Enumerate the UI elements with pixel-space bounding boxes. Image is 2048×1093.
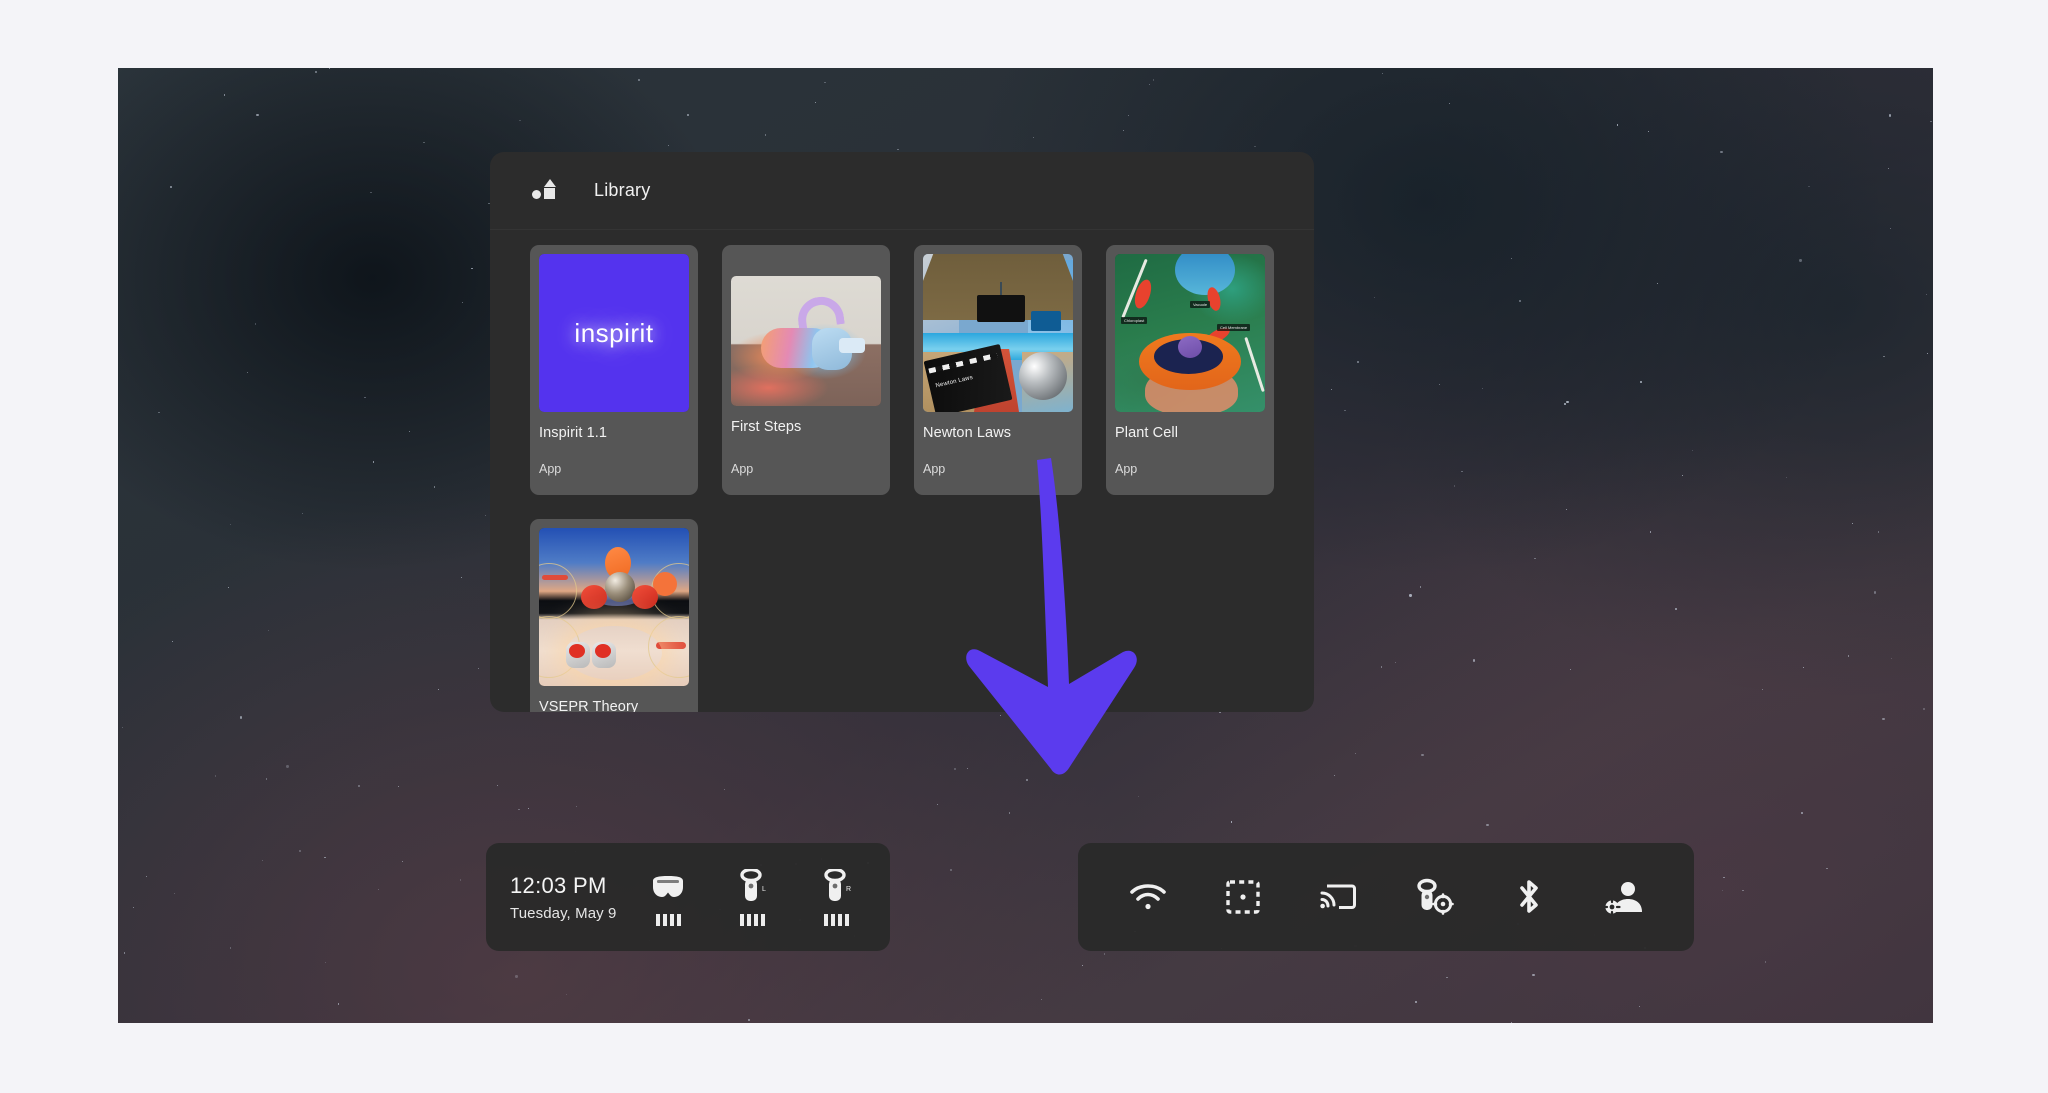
cast-icon: [1320, 884, 1357, 909]
controllers-button[interactable]: [1402, 865, 1466, 929]
cast-button[interactable]: [1306, 865, 1370, 929]
app-card-first-steps[interactable]: First Steps App: [722, 245, 890, 495]
wifi-icon: [1129, 884, 1166, 910]
device-left-controller[interactable]: L: [710, 868, 794, 926]
guardian-button[interactable]: [1211, 865, 1275, 929]
quick-settings-bar: [1078, 843, 1694, 951]
app-type: App: [731, 462, 754, 476]
account-settings-button[interactable]: [1592, 865, 1656, 929]
controller-icon: L: [732, 868, 772, 906]
newton-laws-scene-thumbnail: Newton Laws: [923, 254, 1073, 412]
app-title: Newton Laws: [923, 425, 1012, 441]
plant-cell-scene-thumbnail: Vacuole Chloroplast Cell Membrane: [1115, 254, 1265, 412]
vr-home-screenshot: Library inspirit Inspirit 1.1 App First …: [118, 68, 1933, 1023]
shapes-icon: [532, 178, 558, 201]
inspirit-logo-text: inspirit: [574, 317, 654, 348]
vr-headset-photo-thumbnail: [731, 276, 881, 406]
vsepr-molecule-thumbnail: [539, 528, 689, 686]
app-card-inspirit[interactable]: inspirit Inspirit 1.1 App: [530, 245, 698, 495]
app-card-vsepr-theory[interactable]: VSEPR Theory App: [530, 519, 698, 712]
clock: 12:03 PM Tuesday, May 9: [486, 873, 626, 922]
app-title: Plant Cell: [1115, 425, 1179, 441]
wifi-button[interactable]: [1116, 865, 1180, 929]
library-panel: Library inspirit Inspirit 1.1 App First …: [490, 152, 1314, 712]
battery-indicator: [739, 914, 765, 926]
app-card-newton-laws[interactable]: Newton Laws Newton Laws App: [914, 245, 1082, 495]
app-type: App: [1115, 462, 1138, 476]
app-grid: inspirit Inspirit 1.1 App First Steps Ap…: [490, 230, 1314, 712]
battery-indicator: [655, 914, 681, 926]
bluetooth-icon: [1520, 880, 1538, 913]
controller-icon: R: [816, 868, 856, 906]
app-card-plant-cell[interactable]: Vacuole Chloroplast Cell Membrane Plant …: [1106, 245, 1274, 495]
controller-settings-icon: [1416, 878, 1454, 915]
app-title: Inspirit 1.1: [539, 425, 608, 441]
cell-label: Cell Membrane: [1217, 323, 1251, 331]
app-title: VSEPR Theory: [539, 699, 639, 712]
app-type: App: [539, 462, 562, 476]
device-headset[interactable]: [626, 868, 710, 926]
guardian-boundary-icon: [1226, 880, 1260, 914]
library-header: Library: [490, 152, 1314, 230]
page-title: Library: [594, 180, 651, 200]
clock-date: Tuesday, May 9: [510, 904, 617, 922]
bluetooth-button[interactable]: [1497, 865, 1561, 929]
clock-time: 12:03 PM: [510, 872, 607, 898]
status-bar: 12:03 PM Tuesday, May 9 L R: [486, 843, 890, 951]
cell-label: Chloroplast: [1121, 317, 1148, 325]
vr-headset-icon: [648, 868, 688, 906]
app-type: App: [923, 462, 946, 476]
svg-text:R: R: [846, 886, 851, 893]
inspirit-logo-thumbnail: inspirit: [539, 254, 689, 412]
svg-text:L: L: [762, 886, 766, 893]
battery-indicator: [823, 914, 849, 926]
cell-label: Vacuole: [1190, 301, 1211, 309]
clapperboard-text: Newton Laws: [935, 374, 974, 390]
app-title: First Steps: [731, 419, 802, 435]
account-settings-icon: [1603, 882, 1643, 916]
device-right-controller[interactable]: R: [794, 868, 878, 926]
